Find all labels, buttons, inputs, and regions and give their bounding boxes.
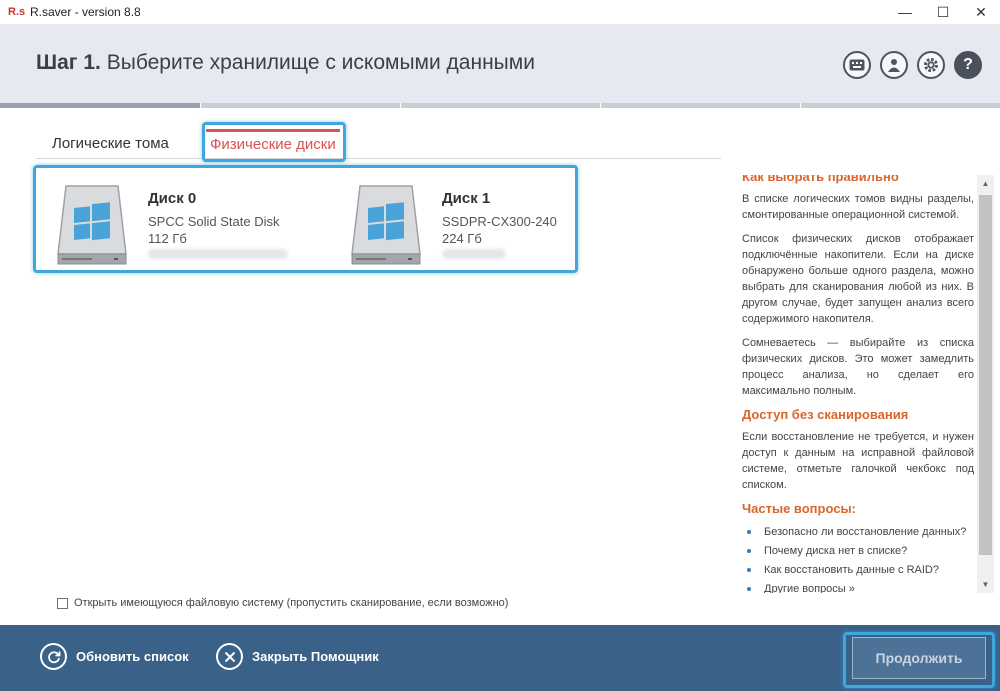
disk-list: Диск 0 SPCC Solid State Disk 112 Гб Диск… bbox=[36, 168, 577, 272]
progress-divider bbox=[600, 103, 601, 108]
help-text: Список физических дисков отображает подк… bbox=[742, 233, 974, 325]
progress-divider bbox=[200, 103, 201, 108]
close-wizard-label: Закрыть Помощник bbox=[252, 649, 379, 664]
page-title: Шаг 1. Выберите хранилище с искомыми дан… bbox=[36, 51, 535, 75]
help-panel: Как выбрать правильно В списке логически… bbox=[726, 175, 974, 593]
open-filesystem-label: Открыть имеющуюся файловую систему (проп… bbox=[74, 597, 509, 609]
help-heading-how-to-choose: Как выбрать правильно bbox=[742, 175, 899, 184]
footer-bar: Обновить список Закрыть Помощник Продолж… bbox=[0, 625, 1000, 691]
wizard-header: Шаг 1. Выберите хранилище с искомыми дан… bbox=[0, 24, 1000, 104]
help-icon[interactable]: ? bbox=[954, 51, 982, 79]
disk-name: Диск 0 bbox=[148, 190, 197, 207]
scroll-down-icon[interactable]: ▼ bbox=[977, 576, 994, 593]
refresh-icon bbox=[40, 643, 67, 670]
help-scrollbar[interactable]: ▲ ▼ bbox=[977, 175, 994, 593]
help-heading-faq: Частые вопросы: bbox=[742, 501, 856, 516]
help-text: В списке логических томов видны разделы,… bbox=[742, 193, 974, 221]
refresh-list-button[interactable]: Обновить список bbox=[40, 643, 189, 670]
close-wizard-button[interactable]: Закрыть Помощник bbox=[216, 643, 379, 670]
minimize-button[interactable]: — bbox=[886, 0, 924, 24]
disk-serial-blurred bbox=[442, 249, 506, 259]
maximize-button[interactable]: ☐ bbox=[924, 0, 962, 24]
disk-item[interactable]: Диск 0 SPCC Solid State Disk 112 Гб bbox=[36, 168, 296, 272]
window-controls: — ☐ ✕ bbox=[886, 0, 1000, 24]
close-button[interactable]: ✕ bbox=[962, 0, 1000, 24]
refresh-list-label: Обновить список bbox=[76, 649, 189, 664]
faq-link[interactable]: Почему диска нет в списке? bbox=[742, 542, 974, 561]
title-bar: R.s R.saver - version 8.8 — ☐ ✕ bbox=[0, 0, 1000, 24]
hard-drive-icon bbox=[350, 184, 422, 266]
disk-serial-blurred bbox=[148, 249, 288, 259]
step-title: Выберите хранилище с искомыми данными bbox=[106, 51, 535, 74]
disk-model: SPCC Solid State Disk bbox=[148, 214, 280, 229]
faq-link[interactable]: Как восстановить данные с RAID? bbox=[742, 561, 974, 580]
progress-divider bbox=[800, 103, 801, 108]
open-filesystem-checkbox[interactable] bbox=[57, 597, 68, 609]
disk-model: SSDPR-CX300-240 bbox=[442, 214, 557, 229]
gear-icon[interactable] bbox=[917, 51, 945, 79]
disk-name: Диск 1 bbox=[442, 190, 491, 207]
user-icon[interactable] bbox=[880, 51, 908, 79]
keyboard-icon[interactable] bbox=[843, 51, 871, 79]
help-heading-no-scan: Доступ без сканирования bbox=[742, 407, 909, 422]
faq-list: Безопасно ли восстановление данных? Поче… bbox=[742, 523, 974, 593]
hard-drive-icon bbox=[56, 184, 128, 266]
header-toolbar: ? bbox=[843, 51, 982, 79]
help-text: Если восстановление не требуется, и нуже… bbox=[742, 431, 974, 491]
window-title: R.saver - version 8.8 bbox=[30, 5, 141, 19]
scrollbar-thumb[interactable] bbox=[979, 195, 992, 555]
faq-link[interactable]: Безопасно ли восстановление данных? bbox=[742, 523, 974, 542]
continue-button[interactable]: Продолжить bbox=[852, 637, 986, 679]
help-text: Сомневаетесь — выбирайте из списка физич… bbox=[742, 337, 974, 397]
app-logo: R.s bbox=[8, 6, 26, 18]
progress-divider bbox=[400, 103, 401, 108]
scroll-up-icon[interactable]: ▲ bbox=[977, 175, 994, 192]
tab-physical-disks[interactable]: Физические диски bbox=[206, 129, 340, 159]
disk-size: 112 Гб bbox=[148, 231, 187, 246]
wizard-progress bbox=[0, 103, 1000, 108]
open-filesystem-option[interactable]: Открыть имеющуюся файловую систему (проп… bbox=[57, 597, 508, 609]
step-label: Шаг 1. bbox=[36, 51, 101, 74]
faq-link[interactable]: Другие вопросы » bbox=[742, 580, 974, 593]
close-icon bbox=[216, 643, 243, 670]
progress-fill bbox=[0, 103, 200, 108]
disk-size: 224 Гб bbox=[442, 231, 482, 246]
disk-item[interactable]: Диск 1 SSDPR-CX300-240 224 Гб bbox=[330, 168, 590, 272]
tab-logical-volumes[interactable]: Логические тома bbox=[52, 129, 169, 159]
tab-bar: Логические тома Физические диски bbox=[36, 129, 721, 159]
